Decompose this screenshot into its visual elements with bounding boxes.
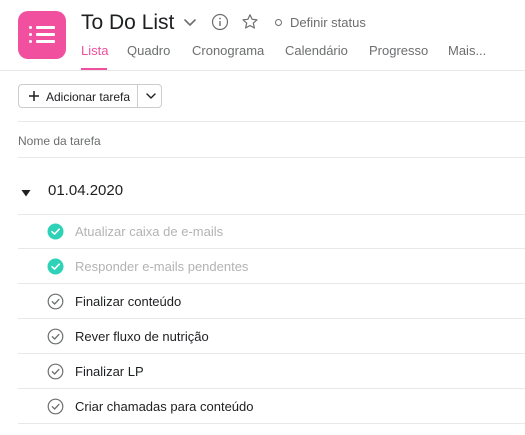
check-circle-icon[interactable] bbox=[47, 363, 64, 380]
check-circle-filled-icon[interactable] bbox=[47, 258, 64, 275]
tab-progresso[interactable]: Progresso bbox=[369, 43, 428, 58]
task-name[interactable]: Criar chamadas para conteúdo bbox=[75, 399, 254, 414]
check-circle-icon[interactable] bbox=[47, 293, 64, 310]
button-divider bbox=[137, 85, 138, 107]
plus-icon bbox=[27, 88, 41, 104]
task-list: Atualizar caixa de e-mails Responder e-ma… bbox=[18, 214, 525, 424]
tab-cronograma[interactable]: Cronograma bbox=[192, 43, 264, 58]
task-name[interactable]: Rever fluxo de nutrição bbox=[75, 329, 209, 344]
column-header-task-name[interactable]: Nome da tarefa bbox=[18, 134, 101, 148]
caret-down-icon[interactable] bbox=[21, 185, 31, 197]
active-tab-indicator bbox=[81, 68, 107, 70]
task-name[interactable]: Finalizar conteúdo bbox=[75, 294, 181, 309]
tab-lista[interactable]: Lista bbox=[81, 43, 108, 58]
add-task-button[interactable]: Adicionar tarefa bbox=[18, 84, 162, 108]
star-icon[interactable] bbox=[241, 13, 259, 31]
section-title[interactable]: 01.04.2020 bbox=[48, 182, 123, 199]
chevron-down-icon[interactable] bbox=[143, 88, 159, 104]
divider bbox=[18, 157, 525, 158]
task-row[interactable]: Responder e-mails pendentes bbox=[18, 249, 525, 284]
task-row[interactable]: Atualizar caixa de e-mails bbox=[18, 214, 525, 249]
task-name[interactable]: Finalizar LP bbox=[75, 364, 144, 379]
tab-quadro[interactable]: Quadro bbox=[127, 43, 170, 58]
check-circle-icon[interactable] bbox=[47, 328, 64, 345]
add-task-label: Adicionar tarefa bbox=[46, 90, 131, 104]
set-status-button[interactable]: Definir status bbox=[290, 15, 366, 30]
project-title: To Do List bbox=[81, 11, 175, 34]
chevron-down-icon[interactable] bbox=[181, 13, 199, 31]
project-header: To Do List Definir status Lista Quadro C… bbox=[0, 0, 525, 71]
task-row[interactable]: Rever fluxo de nutrição bbox=[18, 319, 525, 354]
task-row[interactable]: Finalizar conteúdo bbox=[18, 284, 525, 319]
tab-more[interactable]: Mais... bbox=[448, 43, 486, 58]
divider bbox=[18, 121, 525, 122]
check-circle-icon[interactable] bbox=[47, 398, 64, 415]
task-name[interactable]: Atualizar caixa de e-mails bbox=[75, 224, 223, 239]
info-icon[interactable] bbox=[211, 13, 229, 31]
list-icon[interactable] bbox=[18, 11, 66, 59]
tab-calendario[interactable]: Calendário bbox=[285, 43, 348, 58]
task-name[interactable]: Responder e-mails pendentes bbox=[75, 259, 248, 274]
check-circle-filled-icon[interactable] bbox=[47, 223, 64, 240]
task-row[interactable]: Finalizar LP bbox=[18, 354, 525, 389]
task-row[interactable]: Criar chamadas para conteúdo bbox=[18, 389, 525, 424]
status-dot-icon bbox=[275, 19, 282, 26]
